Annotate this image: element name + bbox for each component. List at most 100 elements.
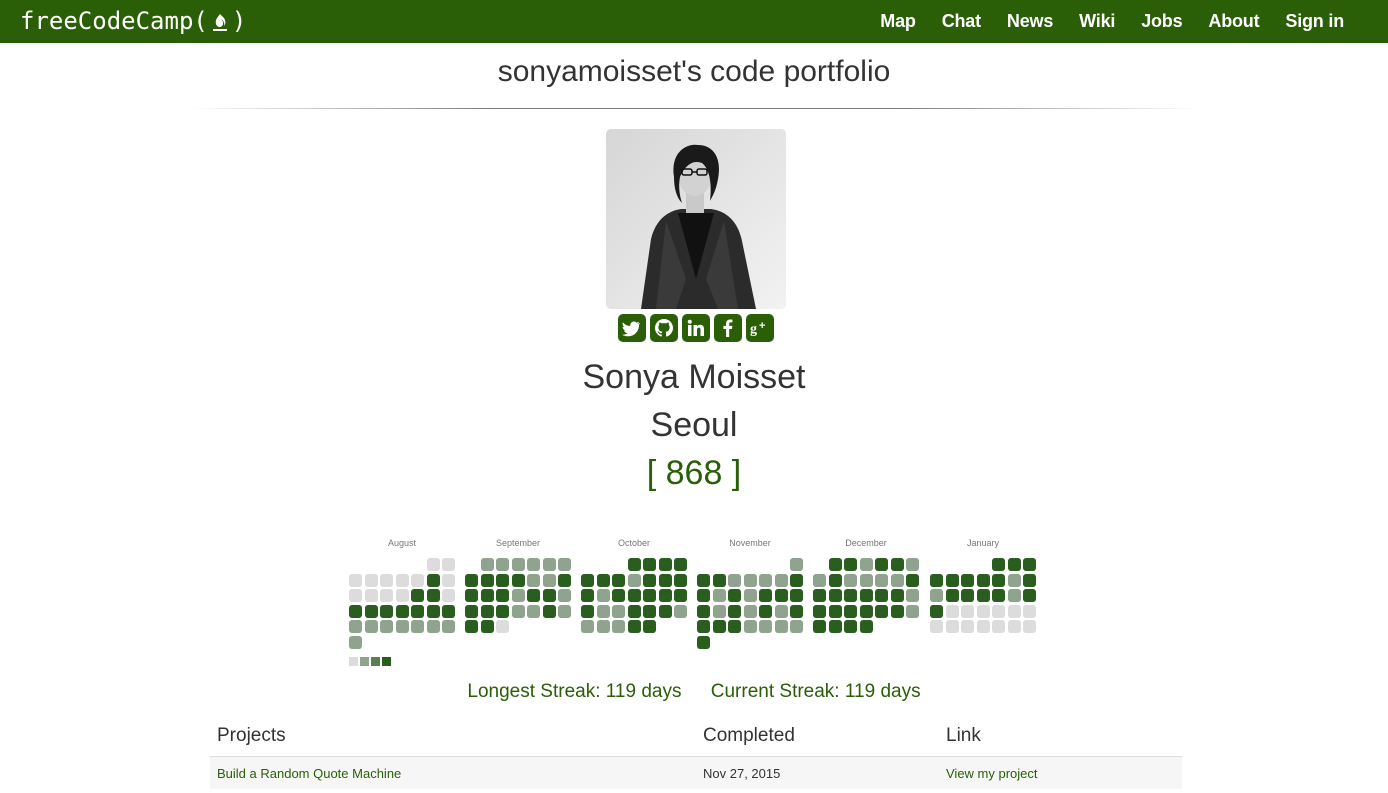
heatmap-day-cell[interactable] bbox=[844, 604, 857, 618]
heatmap-day-cell[interactable] bbox=[596, 573, 610, 587]
heatmap-day-cell[interactable] bbox=[1023, 589, 1036, 602]
heatmap-day-cell[interactable] bbox=[465, 589, 478, 602]
heatmap-day-cell[interactable] bbox=[643, 620, 656, 633]
heatmap-day-cell[interactable] bbox=[612, 604, 625, 618]
heatmap-day-cell[interactable] bbox=[774, 604, 788, 618]
heatmap-day-cell[interactable] bbox=[790, 573, 803, 587]
heatmap-day-cell[interactable] bbox=[828, 573, 842, 587]
heatmap-day-cell[interactable] bbox=[790, 589, 803, 602]
heatmap-day-cell[interactable] bbox=[581, 620, 594, 633]
heatmap-day-cell[interactable] bbox=[627, 573, 641, 587]
heatmap-day-cell[interactable] bbox=[426, 589, 440, 602]
heatmap-day-cell[interactable] bbox=[364, 589, 378, 602]
heatmap-day-cell[interactable] bbox=[527, 589, 540, 602]
heatmap-day-cell[interactable] bbox=[875, 558, 888, 571]
heatmap-day-cell[interactable] bbox=[697, 604, 710, 618]
heatmap-day-cell[interactable] bbox=[790, 604, 803, 618]
heatmap-day-cell[interactable] bbox=[480, 573, 494, 587]
heatmap-day-cell[interactable] bbox=[774, 589, 788, 602]
heatmap-day-cell[interactable] bbox=[728, 620, 741, 633]
heatmap-day-cell[interactable] bbox=[627, 620, 641, 633]
heatmap-day-cell[interactable] bbox=[380, 620, 393, 633]
github-icon[interactable] bbox=[650, 314, 678, 342]
heatmap-day-cell[interactable] bbox=[790, 558, 803, 571]
heatmap-day-cell[interactable] bbox=[442, 620, 455, 633]
heatmap-day-cell[interactable] bbox=[527, 558, 540, 571]
heatmap-day-cell[interactable] bbox=[558, 604, 571, 618]
nav-about[interactable]: About bbox=[1208, 11, 1259, 32]
heatmap-day-cell[interactable] bbox=[992, 573, 1005, 587]
heatmap-day-cell[interactable] bbox=[612, 573, 625, 587]
heatmap-day-cell[interactable] bbox=[643, 589, 656, 602]
heatmap-day-cell[interactable] bbox=[1007, 620, 1021, 633]
heatmap-day-cell[interactable] bbox=[859, 589, 873, 602]
heatmap-day-cell[interactable] bbox=[743, 589, 757, 602]
heatmap-day-cell[interactable] bbox=[743, 604, 757, 618]
heatmap-day-cell[interactable] bbox=[465, 620, 478, 633]
heatmap-day-cell[interactable] bbox=[828, 620, 842, 633]
heatmap-day-cell[interactable] bbox=[976, 573, 990, 587]
heatmap-day-cell[interactable] bbox=[1023, 604, 1036, 618]
heatmap-day-cell[interactable] bbox=[349, 620, 362, 633]
heatmap-day-cell[interactable] bbox=[426, 558, 440, 571]
heatmap-day-cell[interactable] bbox=[890, 558, 904, 571]
nav-news[interactable]: News bbox=[1007, 11, 1053, 32]
heatmap-day-cell[interactable] bbox=[712, 589, 726, 602]
heatmap-day-cell[interactable] bbox=[480, 558, 494, 571]
heatmap-day-cell[interactable] bbox=[759, 604, 772, 618]
heatmap-day-cell[interactable] bbox=[658, 558, 672, 571]
heatmap-day-cell[interactable] bbox=[844, 573, 857, 587]
heatmap-day-cell[interactable] bbox=[411, 589, 424, 602]
heatmap-day-cell[interactable] bbox=[480, 620, 494, 633]
heatmap-day-cell[interactable] bbox=[364, 604, 378, 618]
heatmap-day-cell[interactable] bbox=[945, 604, 959, 618]
heatmap-day-cell[interactable] bbox=[992, 589, 1005, 602]
heatmap-day-cell[interactable] bbox=[581, 573, 594, 587]
heatmap-day-cell[interactable] bbox=[728, 573, 741, 587]
heatmap-day-cell[interactable] bbox=[961, 620, 974, 633]
heatmap-day-cell[interactable] bbox=[976, 604, 990, 618]
heatmap-day-cell[interactable] bbox=[813, 589, 826, 602]
heatmap-day-cell[interactable] bbox=[380, 589, 393, 602]
heatmap-day-cell[interactable] bbox=[380, 604, 393, 618]
heatmap-day-cell[interactable] bbox=[643, 558, 656, 571]
nav-map[interactable]: Map bbox=[880, 11, 916, 32]
heatmap-day-cell[interactable] bbox=[728, 589, 741, 602]
heatmap-day-cell[interactable] bbox=[426, 620, 440, 633]
heatmap-day-cell[interactable] bbox=[844, 589, 857, 602]
heatmap-day-cell[interactable] bbox=[743, 573, 757, 587]
heatmap-day-cell[interactable] bbox=[712, 604, 726, 618]
heatmap-day-cell[interactable] bbox=[906, 589, 919, 602]
heatmap-day-cell[interactable] bbox=[643, 604, 656, 618]
heatmap-day-cell[interactable] bbox=[728, 604, 741, 618]
linkedin-icon[interactable] bbox=[682, 314, 710, 342]
heatmap-day-cell[interactable] bbox=[349, 604, 362, 618]
heatmap-day-cell[interactable] bbox=[906, 604, 919, 618]
view-project-link[interactable]: View my project bbox=[946, 766, 1038, 781]
facebook-icon[interactable] bbox=[714, 314, 742, 342]
nav-jobs[interactable]: Jobs bbox=[1141, 11, 1182, 32]
heatmap-day-cell[interactable] bbox=[395, 620, 409, 633]
heatmap-day-cell[interactable] bbox=[349, 589, 362, 602]
heatmap-day-cell[interactable] bbox=[596, 620, 610, 633]
freecodecamp-logo[interactable]: freeCodeCamp() bbox=[20, 5, 246, 37]
heatmap-day-cell[interactable] bbox=[426, 573, 440, 587]
heatmap-day-cell[interactable] bbox=[1007, 573, 1021, 587]
heatmap-day-cell[interactable] bbox=[411, 573, 424, 587]
heatmap-day-cell[interactable] bbox=[395, 573, 409, 587]
heatmap-day-cell[interactable] bbox=[890, 573, 904, 587]
heatmap-day-cell[interactable] bbox=[844, 620, 857, 633]
heatmap-day-cell[interactable] bbox=[828, 589, 842, 602]
heatmap-day-cell[interactable] bbox=[542, 589, 556, 602]
heatmap-day-cell[interactable] bbox=[859, 620, 873, 633]
heatmap-day-cell[interactable] bbox=[496, 558, 509, 571]
heatmap-day-cell[interactable] bbox=[658, 589, 672, 602]
heatmap-day-cell[interactable] bbox=[906, 573, 919, 587]
heatmap-day-cell[interactable] bbox=[697, 620, 710, 633]
heatmap-day-cell[interactable] bbox=[426, 604, 440, 618]
heatmap-day-cell[interactable] bbox=[859, 558, 873, 571]
heatmap-day-cell[interactable] bbox=[774, 573, 788, 587]
heatmap-day-cell[interactable] bbox=[658, 604, 672, 618]
heatmap-day-cell[interactable] bbox=[612, 589, 625, 602]
heatmap-day-cell[interactable] bbox=[774, 620, 788, 633]
